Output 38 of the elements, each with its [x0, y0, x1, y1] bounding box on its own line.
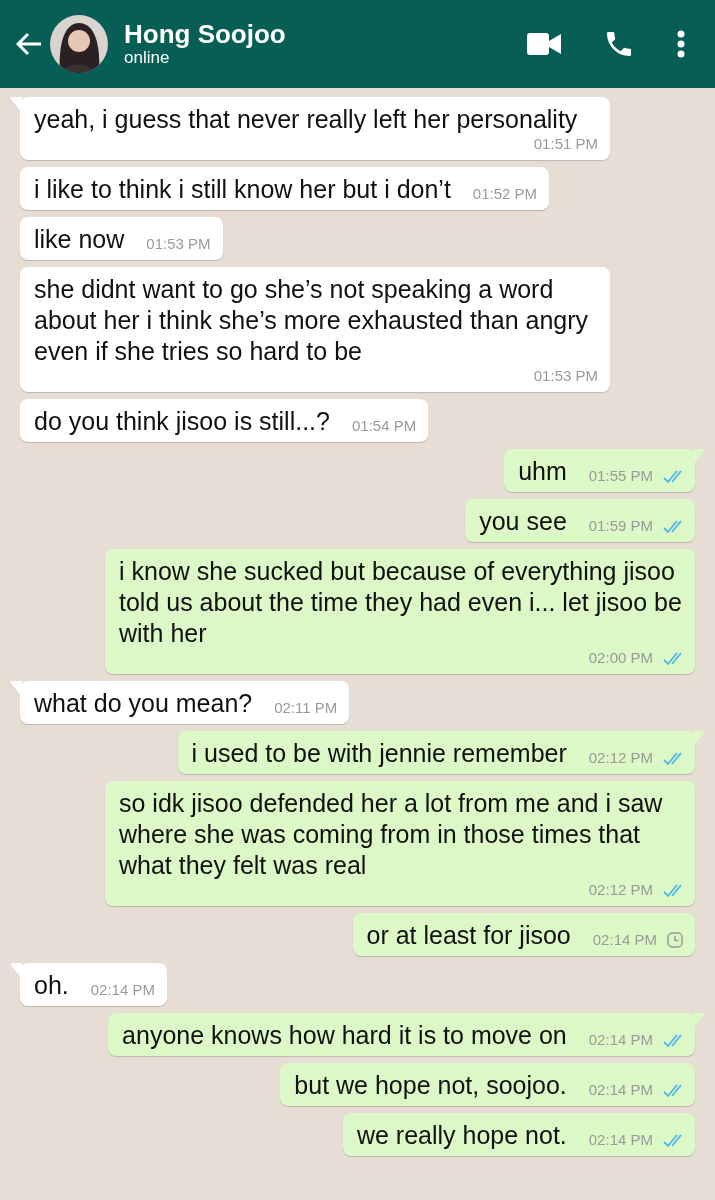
message-time: 02:14 PM — [588, 1081, 653, 1099]
message-text: so idk jisoo defended her a lot from me and i saw where she was coming from in those times that what they felt was real — [119, 788, 664, 881]
message-time: 02:14 PM — [592, 931, 657, 949]
more-options-icon[interactable] — [677, 30, 685, 58]
message-text: but we hope not, soojoo. — [294, 1070, 567, 1101]
message-text: uhm — [518, 456, 567, 487]
message-time: 01:52 PM — [472, 185, 538, 203]
message-text: what do you mean? — [34, 688, 253, 719]
avatar-icon[interactable] — [50, 15, 108, 73]
message-text: you see — [479, 506, 567, 537]
message-time: 01:53 PM — [533, 367, 598, 385]
message-time: 01:54 PM — [352, 417, 417, 435]
message-text: or at least for jisoo — [366, 920, 571, 951]
message-time: 02:14 PM — [588, 1131, 653, 1149]
contact-status: online — [124, 48, 171, 69]
message-time: 02:12 PM — [588, 881, 653, 899]
message-time: 01:59 PM — [588, 517, 653, 535]
message-time: 01:53 PM — [146, 235, 211, 253]
message-text: oh. — [34, 970, 69, 1001]
contact-name[interactable]: Hong Soojoo — [124, 19, 286, 49]
message-text: i like to think i still know her but i don’t — [34, 174, 451, 205]
message-text: she didnt want to go she’s not speaking a word about her i think she’s more exhausted than angry even if she tries so hard to be — [34, 274, 590, 367]
message-time: 02:12 PM — [588, 749, 653, 767]
message-text: anyone knows how hard it is to move on — [122, 1020, 567, 1051]
message-time: 01:51 PM — [533, 135, 598, 153]
message-text: yeah, i guess that never really left her personality — [34, 104, 578, 135]
message-text: we really hope not. — [356, 1120, 567, 1151]
message-text: i know she sucked but because of everything jisoo told us about the time they had even i... let jisoo be with her — [119, 556, 683, 649]
video-call-icon[interactable] — [527, 33, 561, 55]
message-text: like now — [34, 224, 125, 255]
message-time: 02:14 PM — [588, 1031, 653, 1049]
message-time: 02:00 PM — [588, 649, 653, 667]
message-time: 02:14 PM — [90, 981, 155, 999]
back-icon[interactable] — [16, 32, 42, 56]
message-text: do you think jisoo is still...? — [34, 406, 330, 437]
message-text: i used to be with jennie remember — [191, 738, 567, 769]
message-time: 02:11 PM — [274, 699, 338, 717]
message-time: 01:55 PM — [588, 467, 653, 485]
